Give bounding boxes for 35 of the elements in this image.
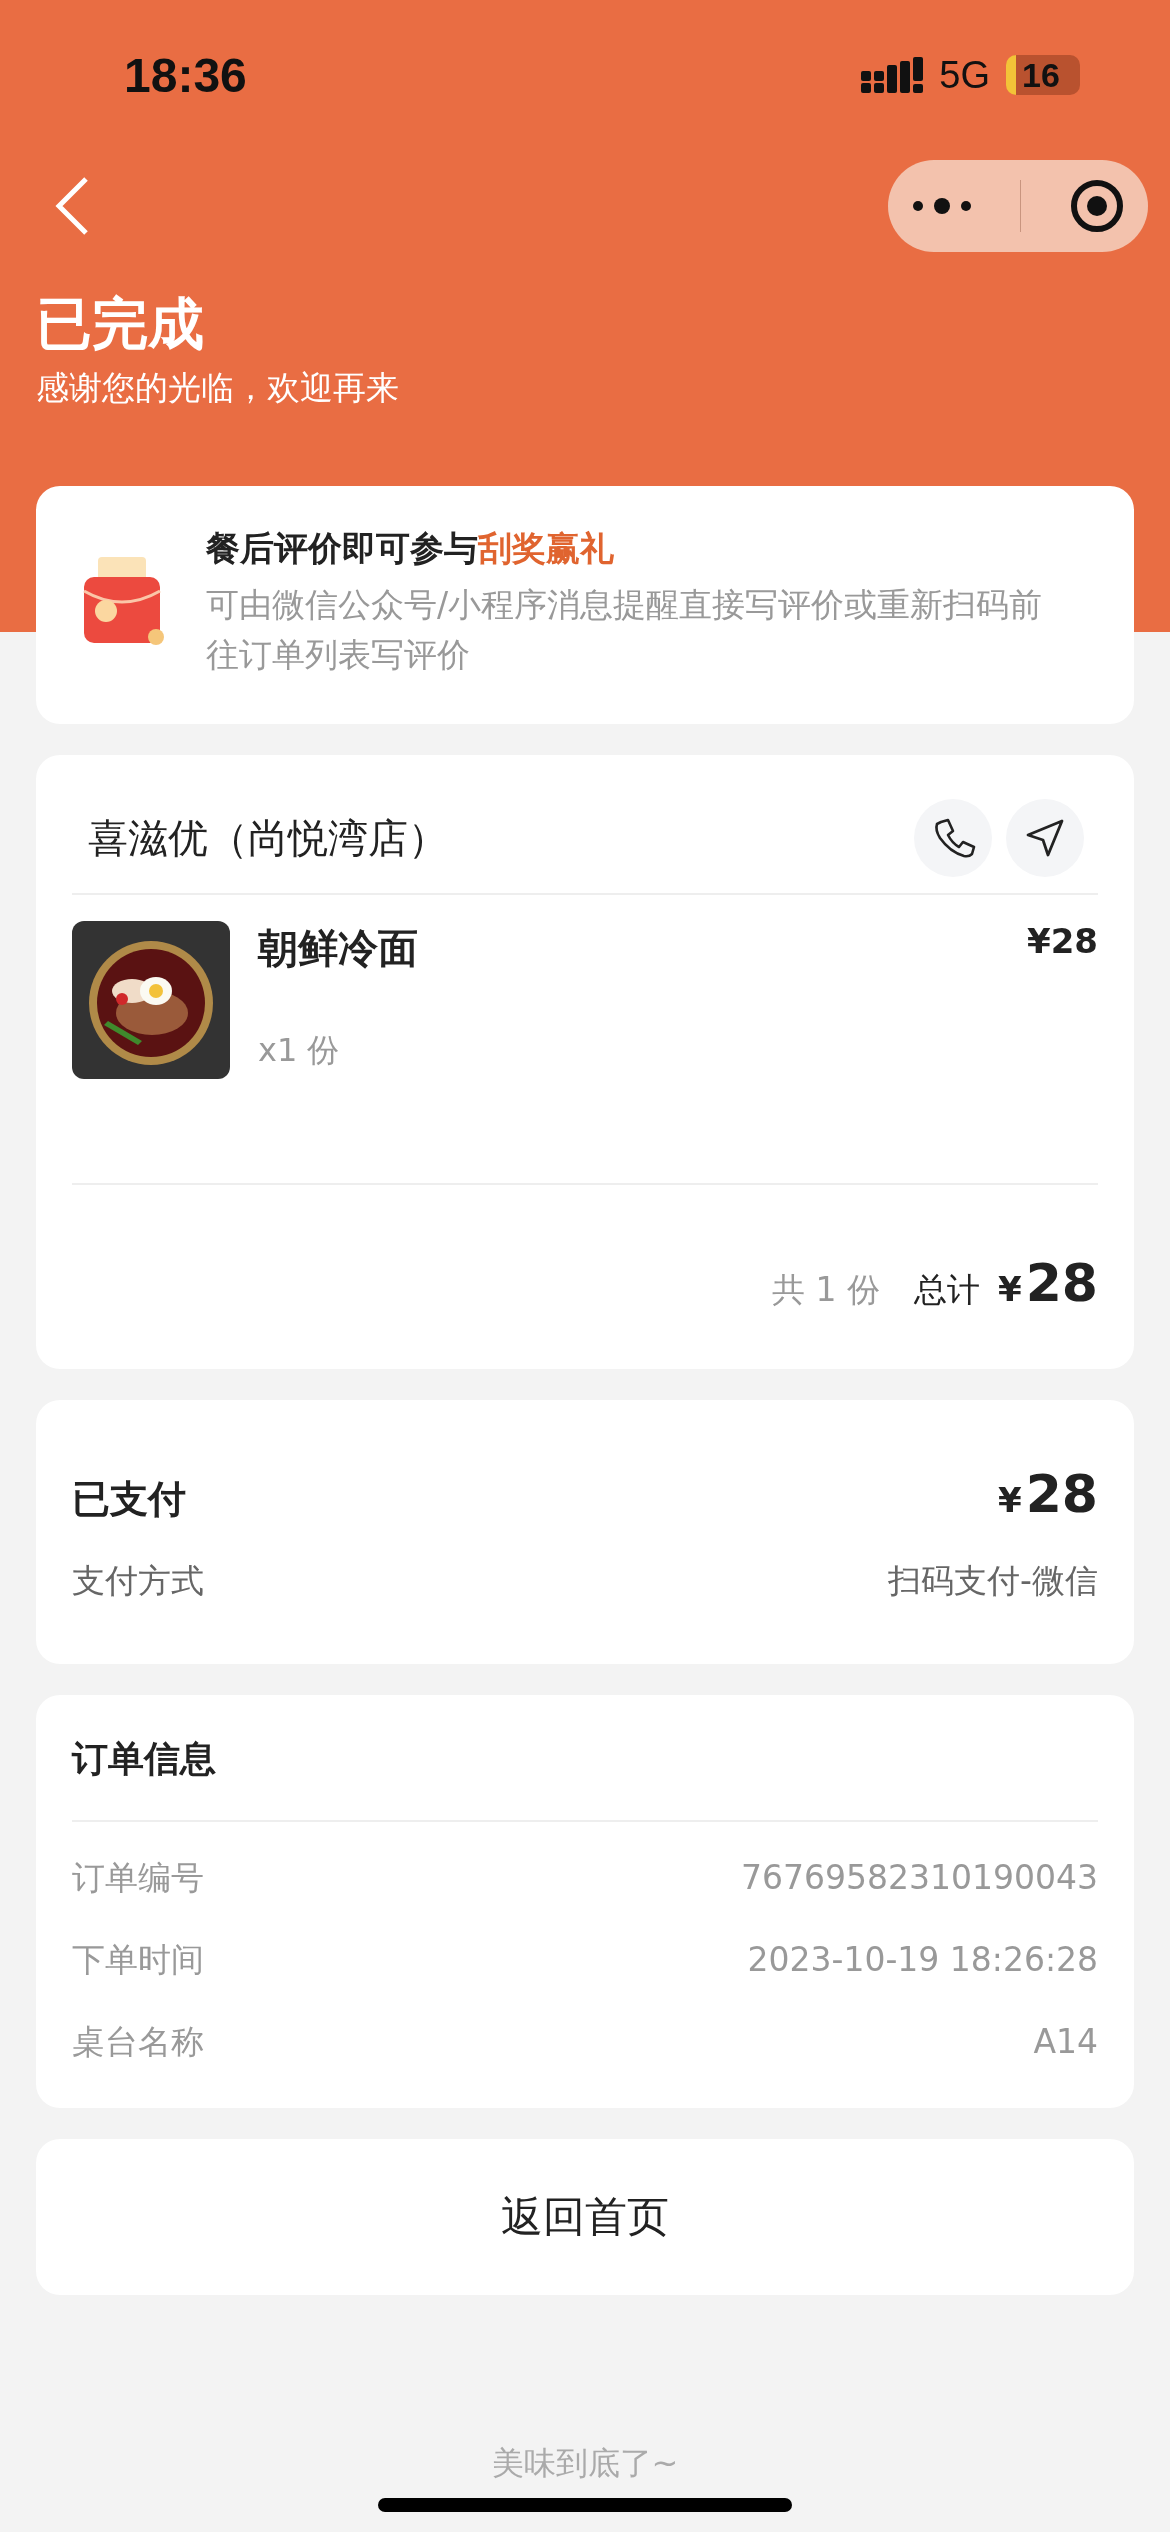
end-of-page-text: 美味到底了~ (490, 2443, 680, 2484)
currency-symbol: ¥ (997, 1269, 1022, 1309)
item-count: 共 1 份 (771, 1269, 880, 1311)
info-value: 2023-10-19 18:26:28 (747, 1939, 1098, 1981)
more-icon[interactable] (912, 196, 973, 216)
total-amount: 28 (1025, 1253, 1098, 1313)
dish-price: ¥28 (1027, 921, 1098, 963)
navigation-icon[interactable] (1006, 799, 1084, 877)
network-label: 5G (939, 53, 990, 97)
info-value: 76769582310190043 (741, 1857, 1098, 1899)
phone-icon[interactable] (914, 799, 992, 877)
currency-symbol: ¥ (997, 1480, 1022, 1520)
home-button[interactable]: 返回首页 (36, 2139, 1134, 2295)
close-icon[interactable] (1069, 179, 1124, 233)
payment-method: 扫码支付-微信 (888, 1560, 1098, 1602)
signal-icon (861, 57, 924, 93)
promo-description: 可由微信公众号/小程序消息提醒直接写评价或重新扫码前往订单列表写评价 (206, 584, 1044, 676)
dish-quantity: x1 份 (258, 1030, 341, 1071)
status-title: 已完成 (36, 290, 205, 358)
back-icon[interactable] (54, 176, 90, 236)
payment-method-label: 支付方式 (72, 1560, 204, 1602)
battery-indicator: 16 (1006, 55, 1080, 95)
info-label: 桌台名称 (72, 2021, 204, 2063)
dish-name: 朝鲜冷面 (258, 924, 419, 973)
status-time: 18:36 (124, 47, 247, 103)
info-label: 下单时间 (72, 1939, 204, 1981)
info-value: A14 (1033, 2021, 1098, 2063)
payment-status: 已支付 (72, 1476, 186, 1523)
store-name: 喜滋优（尚悦湾店） (88, 813, 448, 863)
status-subtitle: 感谢您的光临，欢迎再来 (36, 367, 400, 409)
promo-title: 餐后评价即可参与刮奖赢礼 (206, 527, 615, 570)
order-info-title: 订单信息 (72, 1735, 1098, 1822)
info-label: 订单编号 (72, 1857, 204, 1899)
paid-amount: 28 (1025, 1464, 1098, 1524)
total-label: 总计 (913, 1269, 980, 1311)
